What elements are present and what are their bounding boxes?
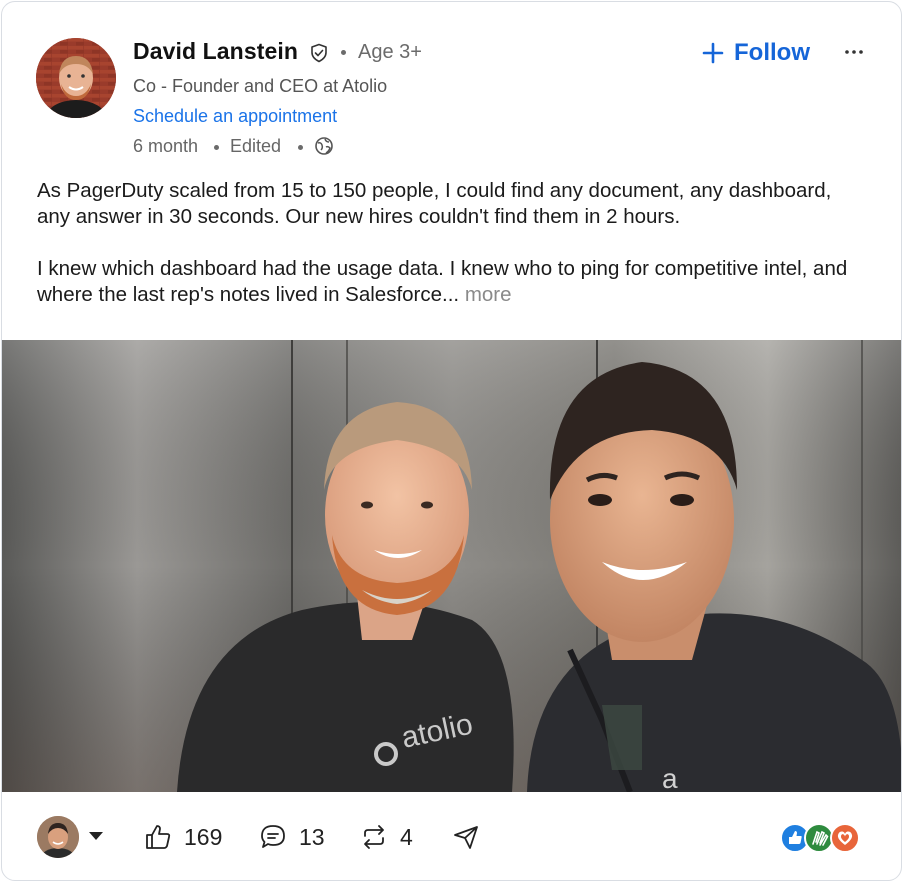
verified-shield-icon [311,43,327,63]
author-name[interactable]: David Lanstein [133,38,298,65]
plus-icon [702,42,724,64]
follow-label: Follow [734,39,810,66]
post-body: As PagerDuty scaled from 15 to 150 peopl… [37,178,867,308]
like-button[interactable]: 169 [144,823,222,851]
repost-icon [364,825,384,849]
post-photo-image: atolio a [2,340,901,792]
author-photo-icon [36,38,116,118]
globe-icon [315,137,333,155]
chevron-down-icon[interactable] [88,830,104,842]
clapping-hands-icon [804,823,834,853]
separator-dot [341,50,346,55]
post-photo[interactable]: atolio a [2,340,901,792]
comment-count: 13 [299,823,325,850]
thumbs-up-icon [146,825,171,849]
post-footer: 169 13 4 [2,792,901,880]
schedule-appointment-link[interactable]: Schedule an appointment [133,106,337,127]
post-time: 6 month [133,136,199,156]
see-more-link[interactable]: more [465,283,512,306]
age-rating: Age 3+ [358,41,422,63]
post-paragraph-text: I knew which dashboard had the usage dat… [37,257,848,306]
follow-button[interactable]: Follow [702,36,810,70]
comment-icon [261,825,285,848]
reaction-icons[interactable] [780,822,862,854]
post-card: David Lanstein Age 3+ Co - Founder and C… [1,1,902,881]
post-paragraph: As PagerDuty scaled from 15 to 150 peopl… [37,179,832,228]
separator-dot [298,145,303,150]
separator-dot [214,145,219,150]
repost-count: 4 [400,823,413,850]
author-avatar[interactable] [36,38,116,118]
send-button[interactable] [452,823,480,851]
like-count: 169 [184,823,223,850]
edited-label: Edited [230,136,282,156]
author-headline: Co - Founder and CEO at Atolio [133,76,388,96]
repost-button[interactable]: 4 [360,823,413,851]
actor-avatar[interactable] [37,816,79,858]
heart-icon [830,823,860,853]
actor-photo-icon [37,816,79,858]
post-paragraph: I knew which dashboard had the usage dat… [37,256,867,308]
more-options-button[interactable] [838,40,870,64]
ellipsis-icon [845,50,863,54]
comment-button[interactable]: 13 [259,823,325,851]
shirt-logo-text-2: a [662,763,678,792]
send-icon [454,826,478,849]
